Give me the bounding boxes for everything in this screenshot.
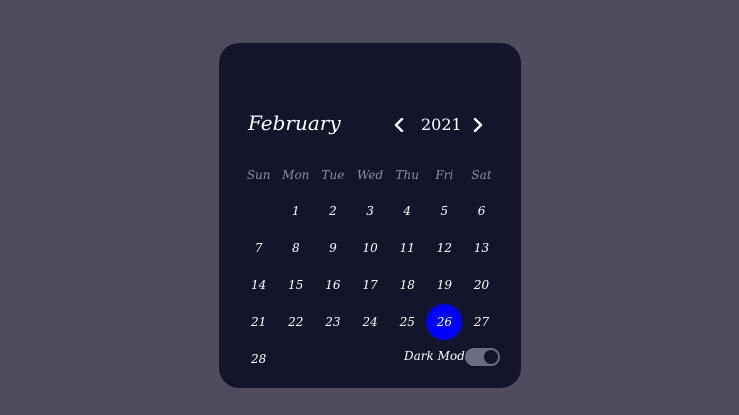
- day-cell[interactable]: 12: [426, 230, 463, 266]
- day-cell[interactable]: 8: [277, 230, 314, 266]
- day-cell[interactable]: 9: [314, 230, 351, 266]
- day-cell[interactable]: 7: [240, 230, 277, 266]
- day-number: 24: [362, 315, 378, 329]
- day-number: 27: [473, 315, 490, 329]
- day-number: 23: [325, 315, 341, 329]
- day-number: 5: [440, 204, 449, 218]
- day-cell[interactable]: 10: [351, 230, 388, 266]
- day-number: 8: [291, 241, 300, 255]
- day-number: 25: [399, 315, 415, 329]
- dark-mode-label: Dark Mode: [404, 349, 472, 363]
- day-number: 15: [288, 278, 304, 292]
- day-number: 18: [399, 278, 415, 292]
- day-cell[interactable]: 22: [277, 304, 314, 340]
- day-number: 17: [362, 278, 378, 292]
- day-cell[interactable]: 3: [351, 193, 388, 229]
- day-cell[interactable]: 4: [389, 193, 426, 229]
- day-cell[interactable]: 6: [463, 193, 500, 229]
- day-cell[interactable]: 1: [277, 193, 314, 229]
- toggle-knob: [484, 350, 498, 364]
- day-number: 13: [473, 241, 490, 255]
- day-cell[interactable]: 19: [426, 267, 463, 303]
- day-cell[interactable]: 17: [351, 267, 388, 303]
- day-number: 2: [329, 204, 337, 218]
- day-number: 26: [436, 315, 452, 329]
- day-cell[interactable]: 27: [463, 304, 500, 340]
- day-number: 20: [473, 278, 490, 292]
- day-cell[interactable]: 18: [389, 267, 426, 303]
- day-number: 3: [366, 204, 374, 218]
- day-number: 12: [436, 241, 452, 255]
- day-number: 9: [329, 241, 337, 255]
- day-number: 16: [325, 278, 341, 292]
- day-number: 28: [251, 352, 267, 366]
- day-cell[interactable]: 21: [240, 304, 277, 340]
- day-cell[interactable]: 24: [351, 304, 388, 340]
- day-number: 4: [403, 204, 412, 218]
- day-number: 14: [251, 278, 267, 292]
- calendar-card: February 2021 Sun Mon Tue Wed Thu Fri Sat 1234…: [219, 43, 521, 388]
- day-number: 1: [291, 204, 300, 218]
- day-number: 21: [251, 315, 267, 329]
- day-cell[interactable]: 15: [277, 267, 314, 303]
- day-cell[interactable]: 13: [463, 230, 500, 266]
- day-cell[interactable]: 23: [314, 304, 351, 340]
- day-cell[interactable]: 11: [389, 230, 426, 266]
- dark-mode-toggle[interactable]: [465, 348, 500, 366]
- day-cell[interactable]: 2: [314, 193, 351, 229]
- day-cell[interactable]: 20: [463, 267, 500, 303]
- day-number: 19: [436, 278, 452, 292]
- day-number: 6: [477, 204, 486, 218]
- day-number: 11: [399, 241, 415, 255]
- day-cell-selected[interactable]: 26: [426, 304, 463, 340]
- day-number: 7: [254, 241, 263, 255]
- day-cell[interactable]: 28: [240, 341, 277, 377]
- day-number: 22: [288, 315, 304, 329]
- day-cell[interactable]: 14: [240, 267, 277, 303]
- day-cell[interactable]: 25: [389, 304, 426, 340]
- day-cell[interactable]: 5: [426, 193, 463, 229]
- day-grid: 1 2 3 4 5 6 7 8 9 10 11 12 13 14 15 16 17 18 19 20 21 22 23 24 2…: [240, 43, 500, 388]
- day-cell[interactable]: 16: [314, 267, 351, 303]
- day-number: 10: [362, 241, 378, 255]
